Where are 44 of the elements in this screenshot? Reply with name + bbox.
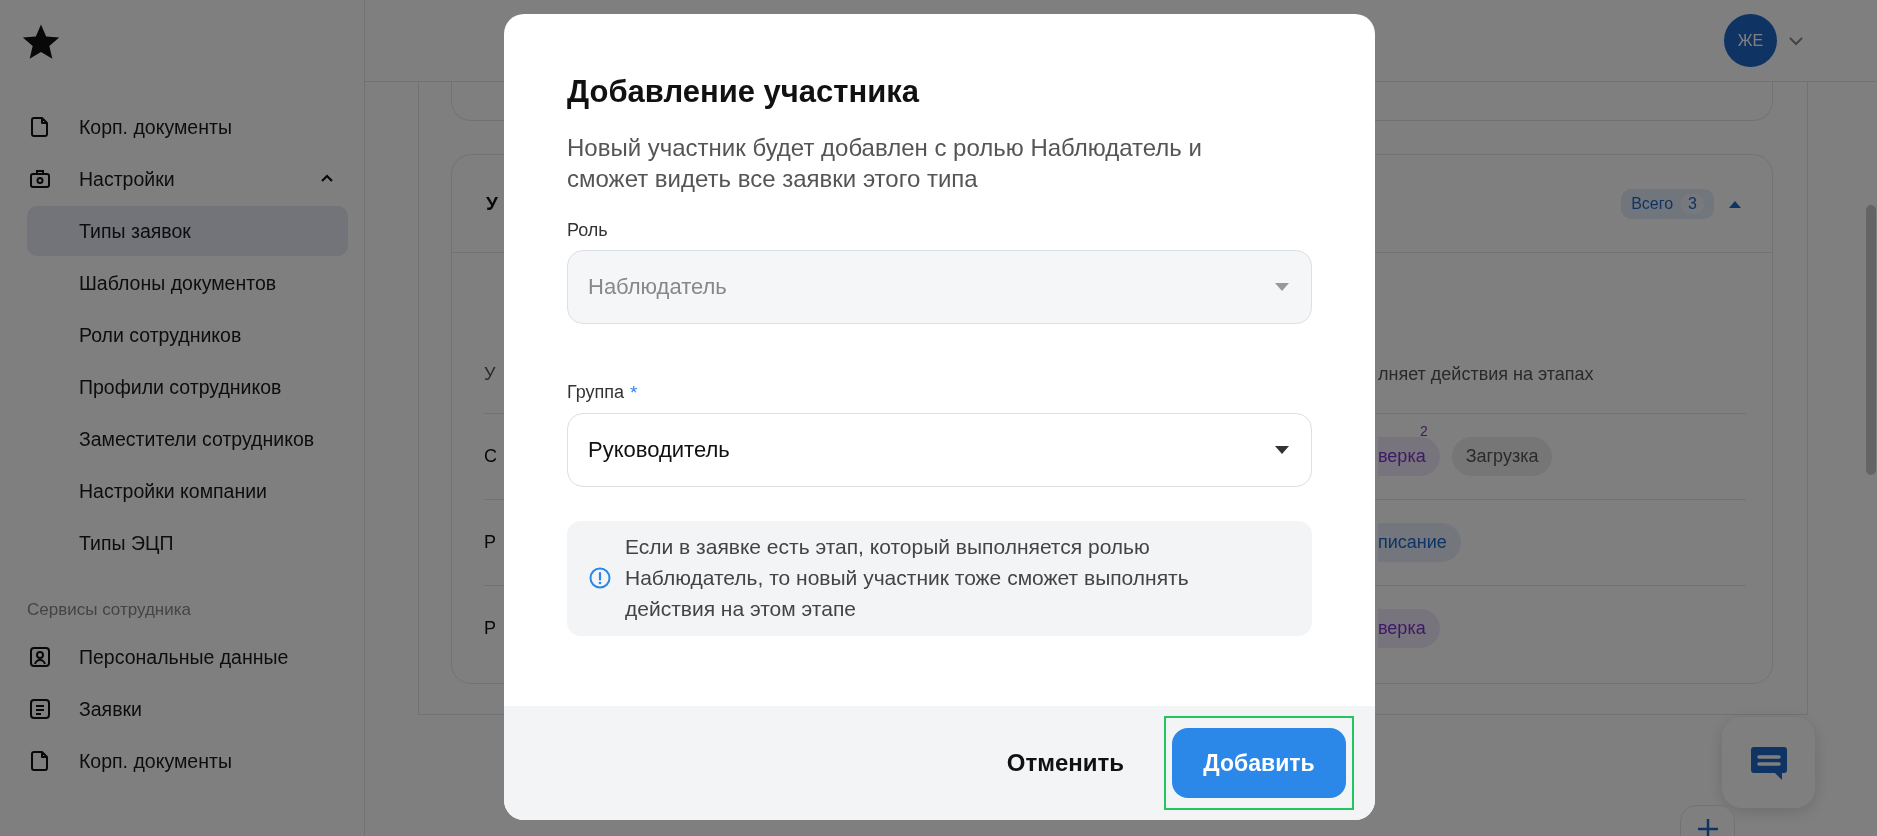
sidebar-item[interactable]: Настройки компании <box>27 466 348 516</box>
section-title: Сервисы сотрудника <box>27 600 192 620</box>
caret-icon <box>1275 283 1289 291</box>
sidebar-item[interactable]: Заявки <box>27 684 348 734</box>
dialog-description: Новый участник будет добавлен с ролью Наблюдатель и сможет видеть все заявки этого типа <box>567 133 1203 194</box>
note-text: Если в заявке есть этап, который выполняется ролью Наблюдатель, то новый участник тоже сможет выполнять действия на этом этапе <box>625 534 1190 622</box>
sidebar-item[interactable]: Настройки <box>27 154 348 204</box>
info-icon <box>589 566 611 589</box>
sidebar-item[interactable]: Шаблоны документов <box>27 258 348 308</box>
sidebar-item[interactable]: Типы ЭЦП <box>27 518 348 568</box>
total-label: Всего <box>1631 194 1674 213</box>
cancel-button[interactable]: Отменить <box>1006 739 1124 787</box>
sidebar-item[interactable]: Типы заявок <box>27 206 348 256</box>
sidebar-item[interactable]: Корп. документы <box>27 736 348 786</box>
field-label: Роль <box>567 220 608 241</box>
total-count: 3 <box>1681 193 1704 214</box>
field-label: Группа <box>567 382 625 404</box>
sidebar-item[interactable]: Заместители сотрудников <box>27 414 348 464</box>
dialog-title: Добавление участника <box>567 74 921 110</box>
chat-button[interactable] <box>1722 717 1815 808</box>
stage-tag: Загрузка <box>1451 437 1553 476</box>
add-button[interactable]: Добавить <box>1172 728 1346 798</box>
stage-tag: писание <box>1378 523 1461 562</box>
table-cell: Р <box>484 532 496 553</box>
user-avatar[interactable]: ЖЕ <box>1724 14 1777 67</box>
sidebar-item[interactable]: Профили сотрудников <box>27 362 348 412</box>
count-label: 2 <box>1419 423 1428 439</box>
person-card-icon <box>28 645 52 669</box>
sidebar-item[interactable]: Корп. документы <box>27 102 348 152</box>
stage-tag: верка <box>1378 609 1440 648</box>
dropdown-field[interactable]: Руководитель <box>567 413 1312 487</box>
column-header: лняет действия на этапах <box>1378 363 1594 385</box>
column-header: У <box>484 363 496 385</box>
caret-icon <box>1275 446 1289 454</box>
plus-icon <box>1696 818 1719 836</box>
table-cell: С <box>484 446 497 467</box>
chat-icon <box>1749 744 1788 781</box>
sidebar-item[interactable]: Роли сотрудников <box>27 310 348 360</box>
scrollbar[interactable] <box>1866 205 1876 475</box>
required-mark: * <box>630 382 638 404</box>
sidebar-item[interactable]: Персональные данные <box>27 632 348 682</box>
card-title: У <box>486 192 498 215</box>
table-cell: Р <box>484 618 496 639</box>
list-icon <box>28 697 52 721</box>
